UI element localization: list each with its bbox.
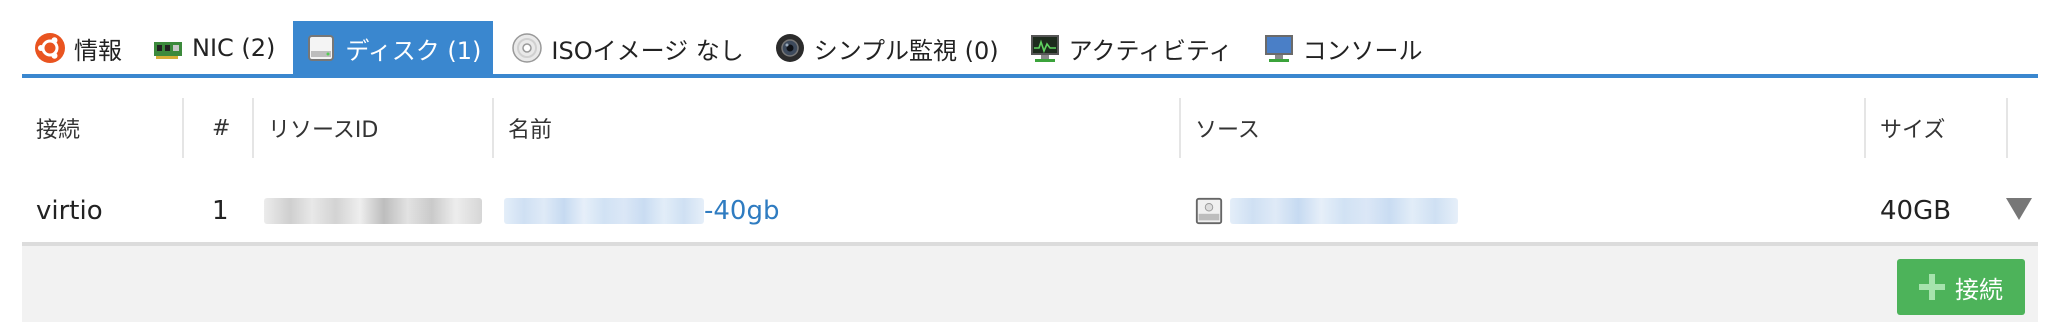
tab-simple-monitor[interactable]: シンプル監視 (0) bbox=[762, 21, 1011, 75]
tab-disk[interactable]: ディスク (1) bbox=[293, 21, 494, 75]
plus-icon bbox=[1919, 274, 1945, 300]
ubuntu-icon bbox=[35, 33, 65, 63]
tab-label: コンソール bbox=[1302, 36, 1423, 65]
source-disk-icon bbox=[1195, 197, 1223, 225]
tab-console[interactable]: コンソール bbox=[1251, 21, 1435, 75]
header-resource-id[interactable]: リソースID bbox=[254, 78, 494, 178]
disk-table: 接続 # リソースID 名前 ソース サイズ virtio 1 -40gb 40… bbox=[22, 78, 2038, 244]
connect-button-label: 接続 bbox=[1955, 275, 2003, 304]
column-divider bbox=[2006, 98, 2008, 158]
cell-resource-id bbox=[264, 178, 494, 244]
activity-monitor-icon bbox=[1030, 35, 1059, 62]
cell-index: 1 bbox=[212, 196, 229, 226]
disk-panel: 情報 NIC (2) ディスク (1) ISOイメージ なし シンプル監視 (0… bbox=[0, 0, 2048, 334]
tab-label: 情報 bbox=[74, 36, 122, 65]
cell-name-link[interactable]: -40gb bbox=[504, 178, 1104, 244]
header-connection[interactable]: 接続 bbox=[22, 78, 182, 178]
tab-nic[interactable]: NIC (2) bbox=[140, 21, 287, 75]
tab-info[interactable]: 情報 bbox=[22, 21, 134, 75]
header-source[interactable]: ソース bbox=[1181, 78, 1841, 178]
column-divider bbox=[182, 98, 184, 158]
tab-label: シンプル監視 (0) bbox=[813, 36, 999, 65]
redacted-source-link[interactable] bbox=[1230, 198, 1458, 224]
tab-label: ディスク (1) bbox=[345, 36, 482, 65]
camera-icon bbox=[775, 34, 804, 62]
cell-source bbox=[1194, 178, 1794, 244]
table-footer: 接続 bbox=[22, 246, 2038, 322]
disk-name-suffix: -40gb bbox=[704, 196, 780, 226]
console-monitor-icon bbox=[1264, 35, 1293, 62]
cell-connection: virtio bbox=[36, 196, 103, 226]
table-row[interactable]: virtio 1 -40gb 40GB bbox=[22, 178, 2038, 244]
tab-label: アクティビティ bbox=[1068, 36, 1233, 65]
redacted-name bbox=[504, 198, 704, 224]
row-dropdown-arrow-icon[interactable] bbox=[2006, 198, 2032, 220]
nic-icon bbox=[154, 42, 182, 59]
tab-label: NIC (2) bbox=[192, 34, 276, 62]
disk-icon bbox=[308, 35, 335, 61]
table-header: 接続 # リソースID 名前 ソース サイズ bbox=[22, 78, 2038, 178]
redacted-resource-id bbox=[264, 198, 482, 224]
tab-label: ISOイメージ なし bbox=[551, 36, 744, 65]
cd-icon bbox=[512, 33, 543, 63]
tab-bar: 情報 NIC (2) ディスク (1) ISOイメージ なし シンプル監視 (0… bbox=[22, 21, 2038, 75]
cell-size: 40GB bbox=[1880, 196, 1952, 226]
connect-disk-button[interactable]: 接続 bbox=[1897, 259, 2025, 315]
tab-iso[interactable]: ISOイメージ なし bbox=[499, 21, 755, 75]
header-name[interactable]: 名前 bbox=[494, 78, 1174, 178]
tab-activity[interactable]: アクティビティ bbox=[1017, 21, 1245, 75]
header-size[interactable]: サイズ bbox=[1866, 78, 2006, 178]
